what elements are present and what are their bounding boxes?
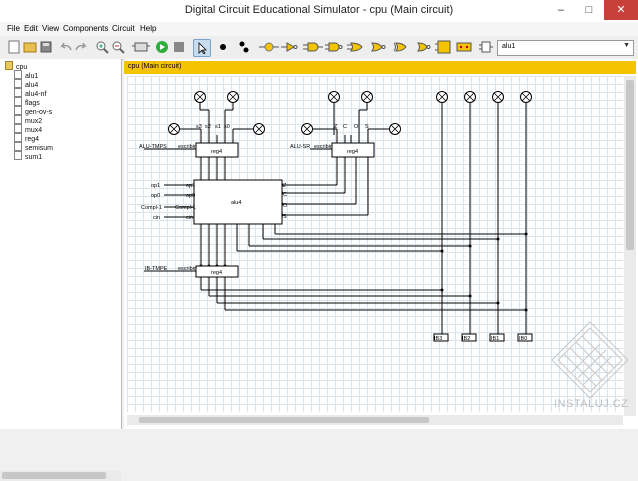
flag-o-port-label: O bbox=[283, 203, 288, 209]
file-icon bbox=[14, 124, 22, 133]
file-icon bbox=[14, 70, 22, 79]
ib2-label: IB2 bbox=[462, 336, 470, 342]
menu-circuit[interactable]: Circuit bbox=[112, 24, 135, 33]
stop-icon[interactable] bbox=[171, 39, 187, 55]
redo-icon[interactable] bbox=[73, 39, 89, 55]
canvas-horizontal-scrollbar[interactable] bbox=[127, 415, 623, 425]
flag-s-port-label: S bbox=[283, 214, 287, 220]
ib0-label: IB0 bbox=[519, 336, 527, 342]
chip-icon[interactable] bbox=[132, 39, 150, 55]
tree-scroll-thumb[interactable] bbox=[2, 472, 106, 479]
window-title: Digital Circuit Educational Simulator - … bbox=[184, 4, 454, 16]
undo-icon[interactable] bbox=[58, 39, 74, 55]
compl1-port-label: Compl-1 bbox=[175, 205, 196, 211]
tree-item-sum1[interactable]: sum1 bbox=[14, 151, 42, 161]
chip-select-icon[interactable] bbox=[478, 39, 494, 55]
not-gate-icon[interactable] bbox=[281, 39, 301, 55]
reg4-top-label: reg4 bbox=[211, 149, 222, 155]
buffer-icon[interactable] bbox=[413, 39, 433, 55]
zoom-out-icon[interactable] bbox=[110, 39, 126, 55]
s0-label: s0 bbox=[224, 124, 230, 130]
op0-port-label: op0 bbox=[186, 193, 195, 199]
flip-flop-icon[interactable] bbox=[435, 39, 453, 55]
s2-label: s2 bbox=[205, 124, 211, 130]
menu-file[interactable]: File bbox=[7, 24, 20, 33]
menu-components[interactable]: Components bbox=[63, 24, 108, 33]
watermark-text: INSTALUJ.CZ bbox=[554, 398, 629, 410]
alu4-label: alu4 bbox=[231, 200, 241, 206]
save-icon[interactable] bbox=[38, 39, 54, 55]
run-icon[interactable] bbox=[154, 39, 170, 55]
close-button[interactable]: ✕ bbox=[604, 0, 638, 20]
app-window: Digital Circuit Educational Simulator - … bbox=[0, 0, 638, 481]
canvas-tab-label: cpu (Main circuit) bbox=[128, 63, 182, 70]
canvas-vscroll-thumb[interactable] bbox=[626, 80, 634, 250]
title-bar: Digital Circuit Educational Simulator - … bbox=[0, 0, 638, 22]
tree-item-label: sum1 bbox=[25, 154, 43, 161]
zoom-in-icon[interactable] bbox=[94, 39, 110, 55]
file-icon bbox=[14, 106, 22, 115]
folder-icon bbox=[5, 61, 13, 70]
menu-view[interactable]: View bbox=[42, 24, 59, 33]
compl1-label: Compl-1 bbox=[141, 205, 162, 211]
canvas-tab[interactable]: cpu (Main circuit) bbox=[124, 61, 636, 74]
alu-sr-label: ALU-SR bbox=[290, 144, 310, 150]
flag-z-port-label: Z bbox=[283, 183, 287, 189]
file-icon bbox=[14, 151, 22, 160]
wire-point-icon[interactable] bbox=[215, 39, 231, 55]
select-arrow-icon[interactable] bbox=[193, 39, 211, 57]
component-tree: cpu alu1 alu4 alu4-nf flags gen-ov-s mux… bbox=[0, 59, 122, 481]
file-icon bbox=[14, 115, 22, 124]
op1-port-label: op1 bbox=[186, 183, 195, 189]
escribir-label-top: escribir bbox=[178, 144, 196, 150]
and-gate-icon[interactable] bbox=[303, 39, 323, 55]
cin-port-label: cin bbox=[186, 215, 193, 221]
node-icon[interactable] bbox=[236, 39, 252, 55]
menu-bar: File Edit View Components Circuit Help bbox=[0, 22, 638, 36]
flag-c-label: C bbox=[343, 124, 347, 130]
circuit-select[interactable]: alu1 ▼ bbox=[497, 40, 634, 56]
reg4-bottom-label: reg4 bbox=[211, 270, 222, 276]
op0-label: op0 bbox=[151, 193, 160, 199]
circuit-select-value: alu1 bbox=[502, 43, 516, 50]
circuit-diagram[interactable]: reg4 reg4 alu4 reg4 escribir escribir es… bbox=[127, 76, 623, 412]
file-icon bbox=[14, 133, 22, 142]
nor-gate-icon[interactable] bbox=[369, 39, 389, 55]
maximize-button[interactable]: □ bbox=[576, 0, 602, 20]
escribir-label-sr: escribir bbox=[314, 144, 332, 150]
ib1-label: IB1 bbox=[491, 336, 499, 342]
chevron-down-icon: ▼ bbox=[623, 42, 630, 49]
xor-gate-icon[interactable] bbox=[391, 39, 411, 55]
file-icon bbox=[14, 142, 22, 151]
op1-label: op1 bbox=[151, 183, 160, 189]
reg4-sr-label: reg4 bbox=[347, 149, 358, 155]
menu-edit[interactable]: Edit bbox=[24, 24, 38, 33]
open-icon[interactable] bbox=[22, 39, 38, 55]
file-icon bbox=[14, 88, 22, 97]
nand-gate-icon[interactable] bbox=[325, 39, 345, 55]
cin-label: cin bbox=[153, 215, 160, 221]
s3-label: s3 bbox=[196, 124, 202, 130]
alu-tmps-label: ALU-TMPS bbox=[139, 144, 167, 150]
escribir-label-bottom: escribir bbox=[178, 266, 196, 272]
file-icon bbox=[14, 79, 22, 88]
s1-label: s1 bbox=[215, 124, 221, 130]
register-icon[interactable] bbox=[455, 39, 473, 55]
flag-s-label: S bbox=[365, 124, 369, 130]
flag-c-port-label: C bbox=[283, 192, 287, 198]
circuit-canvas[interactable]: reg4 reg4 alu4 reg4 escribir escribir es… bbox=[127, 76, 623, 412]
or-gate-icon[interactable] bbox=[347, 39, 367, 55]
ib-tmpe-label: IB-TMPE bbox=[145, 266, 168, 272]
tree-horizontal-scrollbar[interactable] bbox=[0, 471, 121, 481]
menu-help[interactable]: Help bbox=[140, 24, 156, 33]
file-icon bbox=[14, 97, 22, 106]
switch-icon[interactable] bbox=[259, 39, 279, 55]
minimize-button[interactable]: – bbox=[548, 0, 574, 20]
canvas-hscroll-thumb[interactable] bbox=[139, 417, 429, 423]
ib3-label: IB3 bbox=[434, 336, 442, 342]
flag-o-label: O bbox=[354, 124, 359, 130]
new-icon[interactable] bbox=[6, 39, 22, 55]
